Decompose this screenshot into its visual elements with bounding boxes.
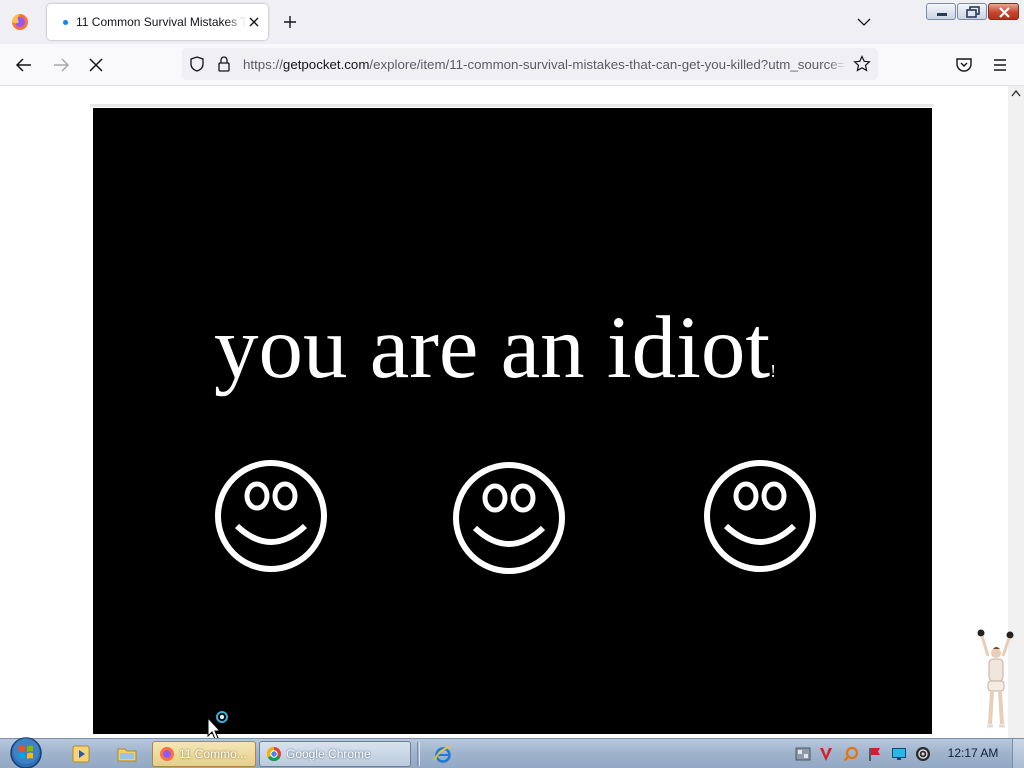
taskbar-item-firefox[interactable]: 11 Commo... xyxy=(152,741,256,767)
prank-message-mark: ! xyxy=(770,361,777,381)
close-tab-icon[interactable] xyxy=(245,13,263,31)
close-icon xyxy=(999,7,1010,18)
prank-message: you are an idiot! xyxy=(214,304,824,393)
minimize-icon xyxy=(937,13,947,16)
close-window-button[interactable] xyxy=(988,3,1019,20)
start-button-windows-icon[interactable] xyxy=(6,737,46,768)
chrome-icon xyxy=(266,746,281,762)
desktop-screen: 11 Common Survival Mistakes That Can Get… xyxy=(0,0,1024,768)
tab-active[interactable]: 11 Common Survival Mistakes That Can Get… xyxy=(47,4,268,40)
taskbar-item-label: Google Chrome xyxy=(286,747,371,761)
bookmark-star-icon[interactable] xyxy=(853,55,871,73)
stop-loading-icon[interactable] xyxy=(86,55,106,75)
page-top-border xyxy=(90,104,934,107)
smiley-face-icon xyxy=(453,462,565,574)
busy-cursor-icon xyxy=(207,711,228,740)
smiley-face-icon xyxy=(215,460,327,572)
new-tab-icon[interactable] xyxy=(281,13,299,31)
page-content: you are an idiot! xyxy=(0,86,1008,738)
firefox-icon xyxy=(160,747,174,761)
firefox-icon[interactable] xyxy=(11,13,29,31)
dancer-gadget-icon[interactable] xyxy=(974,626,1018,736)
tab-loading-dot-icon xyxy=(63,20,68,25)
minimize-button[interactable] xyxy=(926,3,956,20)
lock-icon[interactable] xyxy=(216,55,232,73)
chevron-down-icon[interactable] xyxy=(856,14,872,30)
restore-button[interactable] xyxy=(957,3,987,20)
tray-app-icon[interactable] xyxy=(795,746,811,762)
antivirus-icon[interactable] xyxy=(818,746,834,762)
url-host: getpocket.com xyxy=(282,57,370,72)
network-monitor-icon[interactable] xyxy=(891,746,907,762)
forward-arrow-icon[interactable] xyxy=(51,55,71,75)
file-explorer-icon[interactable] xyxy=(116,743,138,765)
restore-icon xyxy=(966,6,980,18)
taskbar-item-label: 11 Commo... xyxy=(179,747,247,761)
taskbar-item-chrome[interactable]: Google Chrome xyxy=(259,741,411,767)
smiley-face-icon xyxy=(704,460,816,572)
prank-video-frame[interactable]: you are an idiot! xyxy=(93,108,932,734)
url-path: /explore/item/11-common-survival-mistake… xyxy=(369,57,846,72)
taskbar-separator xyxy=(417,742,420,766)
hamburger-menu-icon[interactable] xyxy=(990,55,1010,75)
volume-icon[interactable] xyxy=(915,746,931,762)
search-tray-icon[interactable] xyxy=(843,746,859,762)
url-prefix: https:// xyxy=(243,57,283,72)
action-center-flag-icon[interactable] xyxy=(867,746,883,762)
pocket-icon[interactable] xyxy=(954,55,974,75)
address-bar[interactable]: https://getpocket.com/explore/item/11-co… xyxy=(182,48,878,80)
navigation-toolbar: https://getpocket.com/explore/item/11-co… xyxy=(0,44,1024,86)
taskbar-clock[interactable]: 12:17 AM xyxy=(944,746,1002,760)
windows-taskbar: 11 Commo... Google Chrome 12:17 AM xyxy=(0,737,1024,768)
media-player-icon[interactable] xyxy=(70,743,92,765)
internet-explorer-icon[interactable] xyxy=(432,743,454,765)
back-arrow-icon[interactable] xyxy=(14,55,34,75)
prank-message-text: you are an idiot xyxy=(214,299,771,397)
scroll-up-arrow-icon[interactable] xyxy=(1008,86,1024,102)
tab-title: 11 Common Survival Mistakes That Can Get… xyxy=(76,15,246,29)
tab-strip: 11 Common Survival Mistakes That Can Get… xyxy=(0,0,1024,44)
show-desktop-button[interactable] xyxy=(1012,739,1024,768)
url-text[interactable]: https://getpocket.com/explore/item/11-co… xyxy=(243,57,846,72)
tracking-protection-shield-icon[interactable] xyxy=(188,55,206,73)
